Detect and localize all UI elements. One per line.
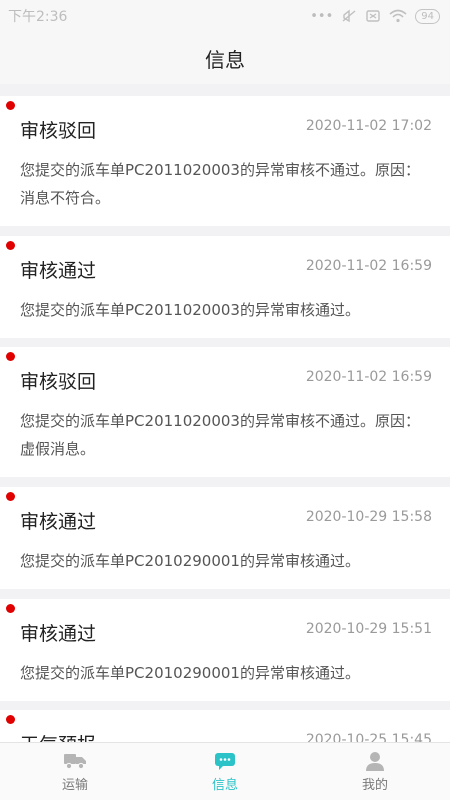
message-list[interactable]: 审核驳回 2020-11-02 17:02 您提交的派车单PC201102000… (0, 84, 450, 742)
status-time: 下午2:36 (8, 9, 68, 25)
status-icons: ••• 94 (310, 8, 440, 24)
message-item[interactable]: 审核通过 2020-10-29 15:58 您提交的派车单PC201029000… (0, 487, 450, 589)
message-title: 审核驳回 (20, 371, 97, 393)
tab-transport[interactable]: 运输 (0, 743, 150, 800)
mute-icon (342, 9, 356, 23)
message-time: 2020-10-29 15:51 (305, 621, 432, 637)
message-time: 2020-11-02 17:02 (305, 118, 432, 134)
wifi-icon (389, 9, 407, 23)
more-dots-icon: ••• (310, 8, 334, 24)
tab-profile[interactable]: 我的 (300, 743, 450, 800)
message-item[interactable]: 审核驳回 2020-11-02 17:02 您提交的派车单PC201102000… (0, 96, 450, 226)
truck-icon (64, 753, 86, 769)
message-body: 您提交的派车单PC2010290001的异常审核通过。 (20, 664, 360, 682)
message-item[interactable]: 天气预报 2020-10-25 15:45 (0, 710, 450, 742)
message-item[interactable]: 审核通过 2020-10-29 15:51 您提交的派车单PC201029000… (0, 599, 450, 701)
tab-label: 我的 (361, 777, 388, 793)
user-icon (366, 751, 384, 771)
chat-icon (215, 752, 235, 770)
page-title: 信息 (205, 47, 245, 72)
tab-messages[interactable]: 信息 (150, 743, 300, 800)
message-time: 2020-10-25 15:45 (305, 732, 432, 742)
message-title: 审核驳回 (20, 120, 97, 142)
message-item[interactable]: 审核驳回 2020-11-02 16:59 您提交的派车单PC201102000… (0, 347, 450, 477)
message-title: 天气预报 (20, 730, 96, 742)
message-body: 您提交的派车单PC2011020003的异常审核不通过。原因：消息不符合。 (20, 161, 420, 207)
message-body: 您提交的派车单PC2011020003的异常审核不通过。原因：虚假消息。 (20, 412, 420, 458)
message-time: 2020-11-02 16:59 (305, 258, 432, 274)
status-bar: 下午2:36 ••• 94 (0, 0, 450, 32)
unread-dot (6, 101, 15, 110)
message-item[interactable]: 审核通过 2020-11-02 16:59 您提交的派车单PC201102000… (0, 236, 450, 338)
unread-dot (6, 241, 15, 250)
message-body: 您提交的派车单PC2010290001的异常审核通过。 (20, 552, 360, 570)
unread-dot (6, 715, 15, 724)
page-header: 信息 (0, 32, 450, 84)
sim-icon (366, 10, 380, 22)
message-time: 2020-11-02 16:59 (305, 369, 432, 385)
message-title: 审核通过 (20, 260, 97, 282)
message-body: 您提交的派车单PC2011020003的异常审核通过。 (20, 301, 360, 319)
tab-label: 信息 (211, 777, 238, 793)
bottom-tab-bar: 运输 信息 我的 (0, 742, 450, 800)
unread-dot (6, 492, 15, 501)
unread-dot (6, 604, 15, 613)
message-title: 审核通过 (20, 623, 97, 645)
battery-icon: 94 (415, 8, 440, 24)
tab-label: 运输 (61, 777, 88, 793)
message-title: 审核通过 (20, 511, 97, 533)
unread-dot (6, 352, 15, 361)
message-time: 2020-10-29 15:58 (305, 509, 432, 525)
